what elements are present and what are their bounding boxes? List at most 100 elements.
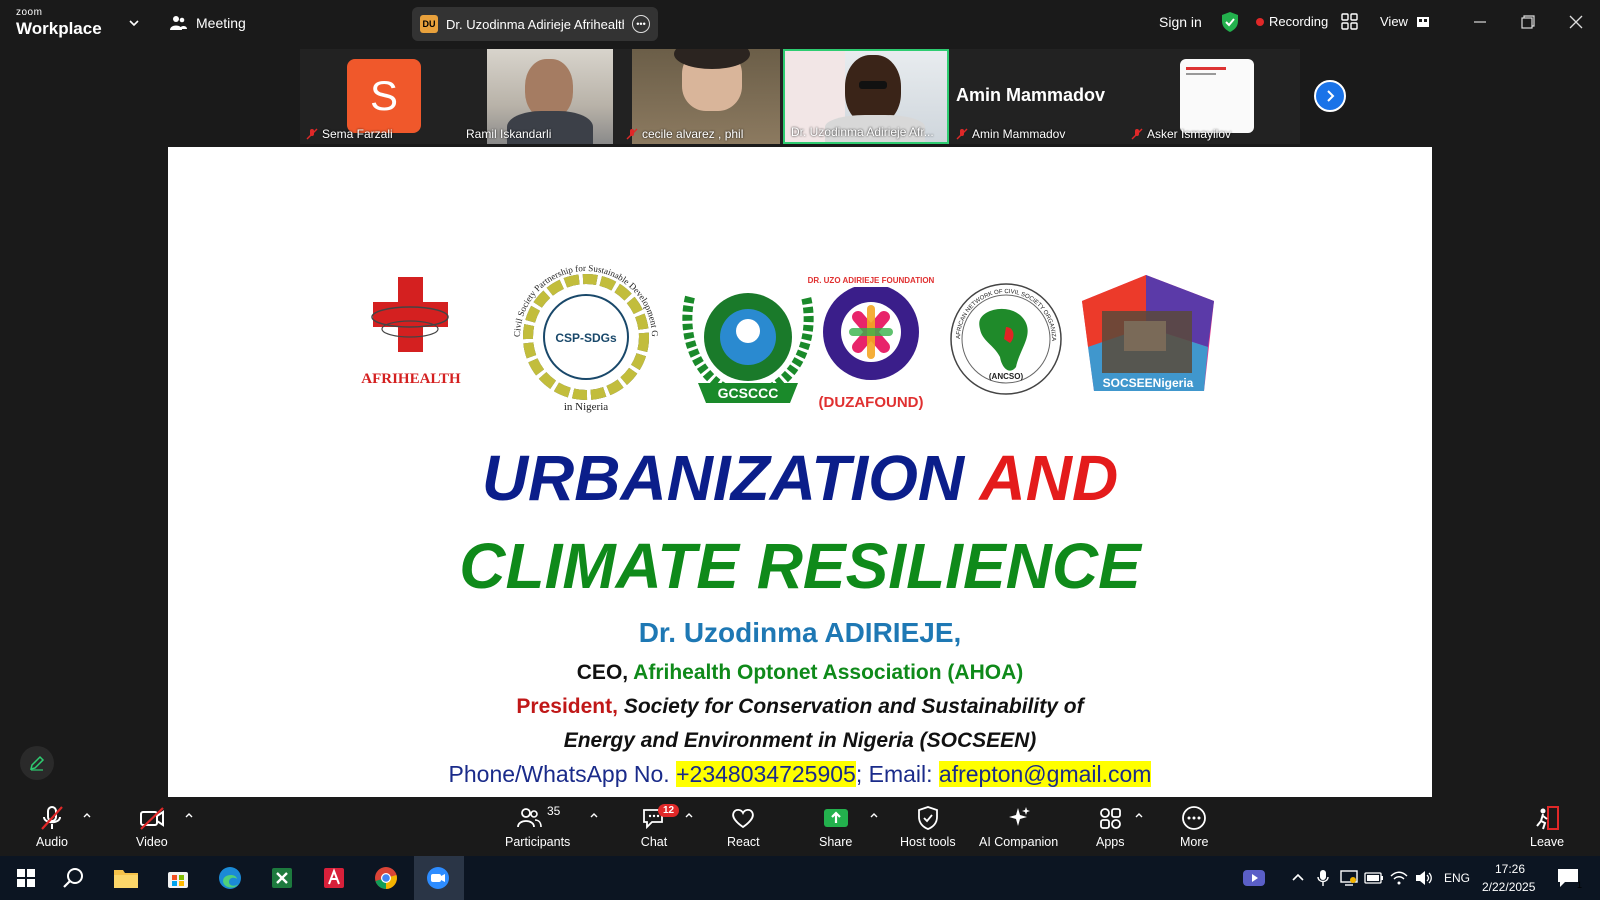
- audio-button[interactable]: Audio: [36, 804, 68, 854]
- host-tools-label: Host tools: [900, 835, 956, 849]
- shield-icon: [917, 806, 938, 830]
- microsoft-store-icon[interactable]: [162, 862, 194, 894]
- sign-in-link[interactable]: Sign in: [1159, 14, 1202, 30]
- title-bar: zoom Workplace Meeting DU Dr. Uzodinma A…: [0, 0, 1600, 48]
- participant-tile-active[interactable]: Dr. Uzodinma Adirieje Afr...: [783, 49, 949, 144]
- participant-tile[interactable]: Amin Mammadov Amin Mammadov: [950, 49, 1125, 144]
- participants-icon: [517, 808, 542, 828]
- meet-now-icon[interactable]: [1238, 862, 1270, 894]
- meeting-label: Meeting: [196, 15, 246, 31]
- apps-icon: [1100, 808, 1122, 829]
- participant-tile[interactable]: Asker Ismayilov: [1125, 49, 1300, 144]
- participants-button[interactable]: 35 Participants: [505, 804, 570, 854]
- svg-text:GCSCCC: GCSCCC: [718, 385, 779, 401]
- more-options-icon[interactable]: •••: [632, 15, 650, 33]
- meeting-icon: [170, 16, 187, 30]
- participant-name: Sema Farzali: [306, 127, 393, 141]
- recording-indicator[interactable]: Recording: [1256, 14, 1328, 29]
- recording-label: Recording: [1269, 14, 1329, 29]
- svg-text:(DUZAFOUND): (DUZAFOUND): [819, 394, 924, 411]
- windows-start-icon[interactable]: [10, 862, 42, 894]
- participant-tile[interactable]: S Sema Farzali: [300, 49, 460, 144]
- chevron-down-icon[interactable]: [127, 16, 141, 30]
- sparkle-icon: [1008, 807, 1030, 826]
- chat-unread-badge: 12: [658, 804, 680, 817]
- zoom-app-icon[interactable]: [422, 862, 454, 894]
- president-label: President,: [516, 695, 618, 718]
- video-label: Video: [136, 835, 168, 849]
- phone-label: Phone/WhatsApp No.: [448, 761, 670, 787]
- more-button[interactable]: More: [1180, 804, 1208, 854]
- speaker-title: Dr. Uzodinma Adirieje Afrihealth: [446, 16, 624, 32]
- participant-name: Amin Mammadov: [956, 127, 1065, 141]
- view-label: View: [1380, 14, 1408, 29]
- ai-companion-button[interactable]: AI Companion: [979, 804, 1058, 854]
- mic-muted-icon: [626, 128, 638, 140]
- participant-name: cecile alvarez , phil: [626, 127, 743, 141]
- apps-options-caret-icon[interactable]: [1134, 810, 1144, 820]
- view-button[interactable]: View: [1380, 14, 1430, 29]
- audio-label: Audio: [36, 835, 68, 849]
- leave-door-icon: [1536, 806, 1560, 830]
- participants-options-caret-icon[interactable]: [589, 810, 599, 820]
- meeting-button[interactable]: Meeting: [168, 14, 246, 32]
- next-page-button[interactable]: [1314, 80, 1346, 112]
- share-options-caret-icon[interactable]: [869, 810, 879, 820]
- mic-muted-icon: [956, 128, 968, 140]
- shield-check-icon[interactable]: [1220, 11, 1240, 33]
- chrome-icon[interactable]: [370, 862, 402, 894]
- clock-time[interactable]: 17:26: [1495, 862, 1525, 876]
- restore-icon[interactable]: [1518, 12, 1538, 32]
- participants-label: Participants: [505, 835, 571, 849]
- video-button[interactable]: Video: [136, 804, 168, 854]
- gallery-grid-icon[interactable]: [1341, 13, 1358, 30]
- slide-contact-line: Phone/WhatsApp No. +2348034725905; Email…: [168, 761, 1432, 788]
- record-dot-icon: [1256, 17, 1264, 26]
- active-speaker-pill[interactable]: DU Dr. Uzodinma Adirieje Afrihealth •••: [412, 7, 658, 41]
- email-address: afrepton@gmail.com: [938, 761, 1152, 787]
- participant-name-text: Dr. Uzodinma Adirieje Afr...: [791, 125, 934, 139]
- svg-text:CSP-SDGs: CSP-SDGs: [555, 331, 617, 345]
- annotate-button[interactable]: [20, 746, 54, 780]
- svg-text:(ANCSO): (ANCSO): [989, 372, 1024, 381]
- participant-tile[interactable]: cecile alvarez , phil: [620, 49, 780, 144]
- autocad-icon[interactable]: [318, 862, 350, 894]
- notification-count: 1: [1576, 880, 1582, 890]
- react-button[interactable]: React: [727, 804, 760, 854]
- participant-tile[interactable]: Ramil Iskandarli: [460, 49, 620, 144]
- mic-muted-icon: [1131, 128, 1143, 140]
- file-explorer-icon[interactable]: [110, 862, 142, 894]
- host-tools-button[interactable]: Host tools: [900, 804, 956, 854]
- more-label: More: [1180, 835, 1209, 849]
- edge-browser-icon[interactable]: [214, 862, 246, 894]
- ceo-label: CEO,: [576, 661, 629, 684]
- close-icon[interactable]: [1566, 12, 1586, 32]
- leave-label: Leave: [1530, 835, 1565, 849]
- minimize-icon[interactable]: [1470, 12, 1490, 32]
- leave-button[interactable]: Leave: [1530, 804, 1564, 854]
- slide-title-line1: URBANIZATION AND: [168, 441, 1432, 515]
- phone-number: +2348034725905: [676, 761, 856, 787]
- apps-button[interactable]: Apps: [1096, 804, 1125, 854]
- excel-icon[interactable]: [266, 862, 298, 894]
- react-label: React: [727, 835, 760, 849]
- video-off-icon: [139, 807, 164, 830]
- audio-options-caret-icon[interactable]: [82, 810, 92, 820]
- pencil-icon: [29, 755, 45, 771]
- chat-label: Chat: [640, 835, 668, 849]
- participant-name-text: Ramil Iskandarli: [466, 127, 552, 141]
- clock-date[interactable]: 2/22/2025: [1482, 880, 1535, 894]
- language-indicator[interactable]: ENG: [1444, 871, 1470, 885]
- slide-title-line2: CLIMATE RESILIENCE: [459, 530, 1141, 602]
- share-button[interactable]: Share: [819, 804, 852, 854]
- socseen-logo: SOCSEENigeria: [1082, 275, 1214, 391]
- participant-name-text: Asker Ismayilov: [1147, 127, 1232, 141]
- participant-name-text: Sema Farzali: [322, 127, 393, 141]
- svg-text:DR. UZO ADIRIEJE FOUNDATION: DR. UZO ADIRIEJE FOUNDATION: [808, 276, 935, 285]
- video-options-caret-icon[interactable]: [184, 810, 194, 820]
- volume-icon[interactable]: [1408, 862, 1440, 894]
- notification-center-icon[interactable]: 1: [1552, 862, 1584, 894]
- windows-taskbar: ENG 17:26 2/22/2025 1: [0, 856, 1600, 900]
- search-icon[interactable]: [58, 862, 90, 894]
- chat-options-caret-icon[interactable]: [684, 810, 694, 820]
